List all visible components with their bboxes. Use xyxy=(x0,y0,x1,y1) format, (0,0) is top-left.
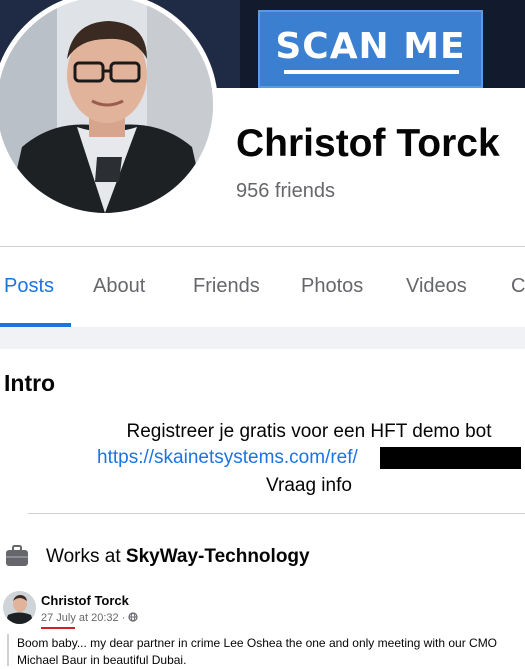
friends-count[interactable]: 956 friends xyxy=(236,180,335,203)
profile-tabs: Posts About Friends Photos Videos C xyxy=(0,247,525,327)
work-label: Works at SkyWay-Technology xyxy=(46,546,310,568)
work-info[interactable]: Works at SkyWay-Technology xyxy=(0,540,525,574)
section-gap xyxy=(0,327,525,349)
tab-photos[interactable]: Photos xyxy=(301,275,363,298)
tab-posts[interactable]: Posts xyxy=(4,275,54,298)
tab-more[interactable]: C xyxy=(511,275,525,298)
post-timestamp[interactable]: 27 July at 20:32 · xyxy=(41,612,139,624)
redaction-box xyxy=(380,447,521,469)
post-date: 27 July xyxy=(41,612,76,624)
post-time: at 20:32 · xyxy=(75,612,129,624)
tab-about[interactable]: About xyxy=(93,275,145,298)
profile-picture-image xyxy=(0,0,213,213)
post-author-name[interactable]: Christof Torck xyxy=(41,593,129,608)
post-author-avatar[interactable] xyxy=(3,591,36,624)
scan-me-text: SCAN ME xyxy=(275,26,466,67)
intro-heading: Intro xyxy=(4,370,56,396)
profile-picture[interactable] xyxy=(0,0,218,218)
profile-name[interactable]: Christof Torck xyxy=(236,122,500,166)
post-text: Boom baby... my dear partner in crime Le… xyxy=(17,636,498,667)
bio-line-3: Vraag info xyxy=(266,475,352,496)
work-prefix: Works at xyxy=(46,546,121,567)
tab-videos[interactable]: Videos xyxy=(406,275,467,298)
avatar-image xyxy=(3,591,36,624)
scan-me-banner: SCAN ME xyxy=(258,10,483,88)
briefcase-icon xyxy=(6,545,28,566)
scan-me-underline xyxy=(284,70,459,74)
work-company[interactable]: SkyWay-Technology xyxy=(126,546,310,567)
tab-friends[interactable]: Friends xyxy=(193,275,260,298)
bio-line-1: Registreer je gratis voor een HFT demo b… xyxy=(126,421,492,442)
divider xyxy=(28,513,525,514)
post-quote-bar xyxy=(7,634,9,666)
globe-icon xyxy=(128,612,139,622)
bio-link[interactable]: https://skainetsystems.com/ref/ xyxy=(97,447,358,469)
date-underline xyxy=(41,627,75,629)
